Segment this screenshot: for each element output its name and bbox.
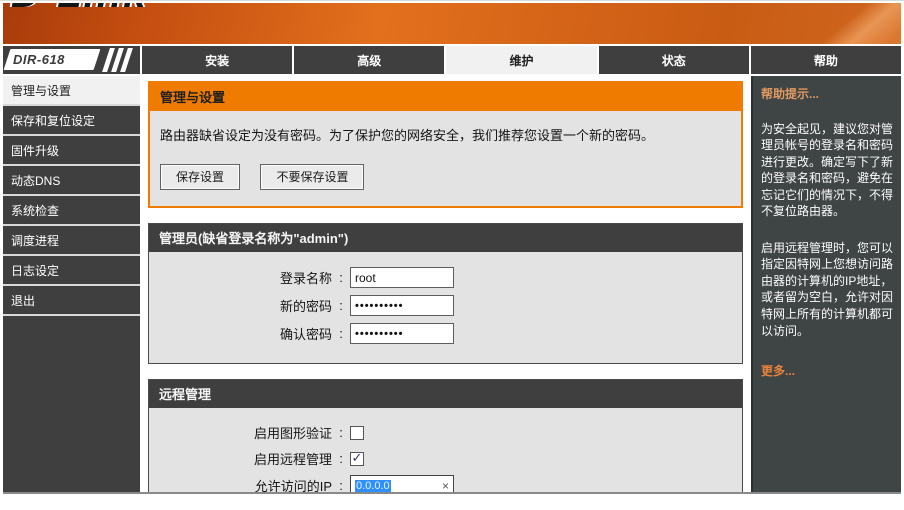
model-badge: DIR-618 bbox=[3, 46, 140, 74]
router-admin-page: D-Link DIR-618 安装 高级 维护 状态 帮助 管理与设置 保存和复… bbox=[0, 0, 904, 510]
sidebar-item-firmware-upgrade[interactable]: 固件升级 bbox=[3, 136, 140, 166]
allowed-ip-input[interactable]: 0.0.0.0 × bbox=[350, 475, 454, 492]
more-link[interactable]: 更多... bbox=[761, 363, 893, 380]
help-title: 帮助提示... bbox=[761, 87, 820, 101]
confirm-password-row: 确认密码 : bbox=[149, 323, 742, 344]
colon: : bbox=[339, 451, 343, 466]
dont-save-settings-button[interactable]: 不要保存设置 bbox=[260, 164, 365, 190]
colon: : bbox=[339, 425, 343, 440]
banner-highlight bbox=[749, 3, 901, 44]
intro-text: 路由器缺省设定为没有密码。为了保护您的网络安全，我们推荐您设置一个新的密码。 bbox=[160, 128, 655, 143]
new-password-input[interactable] bbox=[350, 295, 454, 316]
login-name-row: 登录名称 : bbox=[149, 267, 742, 288]
panel-admin-settings: 管理与设置 路由器缺省设定为没有密码。为了保护您的网络安全，我们推荐您设置一个新… bbox=[148, 81, 743, 208]
sidebar: 管理与设置 保存和复位设定 固件升级 动态DNS 系统检查 调度进程 日志设定 … bbox=[3, 76, 140, 492]
panel-title: 管理与设置 bbox=[150, 83, 741, 111]
main-content: 管理与设置 路由器缺省设定为没有密码。为了保护您的网络安全，我们推荐您设置一个新… bbox=[140, 76, 751, 492]
graph-auth-checkbox[interactable] bbox=[350, 425, 364, 440]
colon: : bbox=[339, 326, 343, 341]
tab-maintenance[interactable]: 维护 bbox=[446, 46, 597, 74]
sidebar-item-dynamic-dns[interactable]: 动态DNS bbox=[3, 166, 140, 196]
sidebar-item-save-restore[interactable]: 保存和复位设定 bbox=[3, 106, 140, 136]
tab-help[interactable]: 帮助 bbox=[750, 46, 902, 74]
graph-auth-label: 启用图形验证 bbox=[253, 426, 332, 441]
new-password-label: 新的密码 bbox=[279, 299, 332, 314]
remote-enable-checkbox[interactable]: ✓ bbox=[350, 450, 364, 466]
panel-administrator: 管理员(缺省登录名称为"admin") 登录名称 : 新的密码 : 确认密码 bbox=[148, 223, 743, 364]
login-name-input[interactable] bbox=[350, 267, 454, 288]
tab-status[interactable]: 状态 bbox=[598, 46, 749, 74]
colon: : bbox=[339, 298, 343, 313]
panel-title: 远程管理 bbox=[149, 380, 742, 408]
colon: : bbox=[339, 270, 343, 285]
model-label: DIR-618 bbox=[13, 52, 65, 67]
confirm-password-input[interactable] bbox=[350, 323, 454, 344]
brand-banner: D-Link bbox=[3, 3, 901, 44]
clear-icon[interactable]: × bbox=[442, 480, 449, 492]
dlink-logo: D-Link bbox=[11, 3, 147, 17]
graph-auth-row: 启用图形验证 : bbox=[149, 423, 742, 442]
sidebar-item-admin-settings[interactable]: 管理与设置 bbox=[3, 76, 140, 106]
colon: : bbox=[339, 478, 343, 492]
panel-title: 管理员(缺省登录名称为"admin") bbox=[149, 224, 742, 252]
tab-advanced[interactable]: 高级 bbox=[294, 46, 445, 74]
sidebar-item-schedules[interactable]: 调度进程 bbox=[3, 226, 140, 256]
tab-setup[interactable]: 安装 bbox=[142, 46, 293, 74]
sidebar-filler bbox=[3, 316, 140, 492]
confirm-password-label: 确认密码 bbox=[279, 327, 332, 342]
help-paragraph-password: 为安全起见，建议您对管理员帐号的登录名和密码进行更改。确定写下了新的登录名和密码… bbox=[761, 121, 894, 219]
allowed-ip-label: 允许访问的IP bbox=[254, 479, 332, 492]
panel-remote-management: 远程管理 启用图形验证 : 启用远程管理 : ✓ 允许访问的IP: 0.0.0… bbox=[148, 379, 743, 492]
main-nav: DIR-618 安装 高级 维护 状态 帮助 bbox=[3, 46, 902, 74]
save-settings-button[interactable]: 保存设置 bbox=[160, 164, 241, 190]
remote-enable-label: 启用远程管理 bbox=[253, 452, 332, 467]
login-name-label: 登录名称 bbox=[279, 271, 332, 286]
checkmark-icon: ✓ bbox=[351, 450, 363, 465]
allowed-ip-row: 允许访问的IP : 0.0.0.0 × bbox=[149, 475, 742, 492]
help-panel: 帮助提示... 为安全起见，建议您对管理员帐号的登录名和密码进行更改。确定写下了… bbox=[751, 76, 901, 492]
selected-ip-text: 0.0.0.0 bbox=[355, 479, 391, 492]
sidebar-item-logout[interactable]: 退出 bbox=[3, 286, 140, 316]
remote-enable-row: 启用远程管理 : ✓ bbox=[149, 449, 742, 468]
content-row: 管理与设置 保存和复位设定 固件升级 动态DNS 系统检查 调度进程 日志设定 … bbox=[3, 76, 901, 494]
sidebar-item-system-check[interactable]: 系统检查 bbox=[3, 196, 140, 226]
help-paragraph-remote: 启用远程管理时，您可以指定因特网上您想访问路由器的计算机的IP地址，或者留为空白… bbox=[761, 240, 894, 338]
new-password-row: 新的密码 : bbox=[149, 295, 742, 316]
sidebar-item-log-settings[interactable]: 日志设定 bbox=[3, 256, 140, 286]
